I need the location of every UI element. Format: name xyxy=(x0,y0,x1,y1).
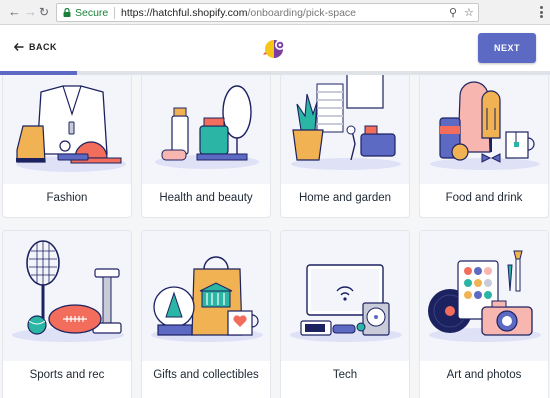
zoom-icon[interactable]: ⚲ xyxy=(449,6,457,19)
category-card-health-beauty[interactable]: Health and beauty xyxy=(141,75,271,218)
tech-illustration-icon xyxy=(290,264,402,342)
sports-illustration-icon xyxy=(12,240,124,342)
category-card-tech[interactable]: Tech xyxy=(280,230,410,398)
lock-icon xyxy=(63,8,71,17)
category-card-art-photos[interactable]: Art and photos xyxy=(419,230,549,398)
address-separator xyxy=(114,7,115,19)
url-text[interactable]: https://hatchful.shopify.com/onboarding/… xyxy=(121,7,356,19)
category-card-fashion[interactable]: Fashion xyxy=(2,75,132,218)
category-grid: Fashion Health and beauty Home and garde… xyxy=(0,75,550,398)
hatchful-logo-icon xyxy=(263,40,285,58)
forward-arrow-icon[interactable]: → xyxy=(24,5,37,19)
category-label: Health and beauty xyxy=(159,192,253,204)
back-button[interactable]: BACK xyxy=(14,42,57,52)
category-card-food-drink[interactable]: Food and drink xyxy=(419,75,549,218)
category-card-gifts[interactable]: Gifts and collectibles xyxy=(141,230,271,398)
fashion-illustration-icon xyxy=(16,85,126,172)
back-arrow-icon[interactable]: ← xyxy=(8,5,21,19)
health-beauty-illustration-icon xyxy=(155,85,259,169)
arrow-left-icon xyxy=(14,43,24,51)
category-card-home-garden[interactable]: Home and garden xyxy=(280,75,410,218)
category-label: Fashion xyxy=(46,192,88,204)
address-bar[interactable]: Secure https://hatchful.shopify.com/onbo… xyxy=(56,3,479,22)
browser-menu-icon[interactable] xyxy=(540,6,543,20)
category-label: Food and drink xyxy=(445,192,523,204)
secure-label: Secure xyxy=(75,7,109,19)
category-label: Home and garden xyxy=(298,192,392,204)
reload-icon[interactable]: ↻ xyxy=(39,5,49,19)
art-photos-illustration-icon xyxy=(428,250,541,342)
category-card-sports[interactable]: Sports and rec xyxy=(2,230,132,398)
url-host: https://hatchful.shopify.com xyxy=(121,7,248,19)
bookmark-star-icon[interactable]: ☆ xyxy=(464,6,474,19)
back-label: BACK xyxy=(29,42,57,52)
category-label: Sports and rec xyxy=(29,369,105,381)
food-drink-illustration-icon xyxy=(430,81,540,170)
app-header: BACK NEXT xyxy=(0,25,550,71)
next-button[interactable]: NEXT xyxy=(478,33,536,63)
category-label: Tech xyxy=(332,369,358,381)
home-garden-illustration-icon xyxy=(291,75,401,170)
gifts-illustration-icon xyxy=(151,256,263,342)
category-label: Gifts and collectibles xyxy=(153,369,259,381)
url-path: /onboarding/pick-space xyxy=(247,7,357,19)
browser-toolbar: ← → ↻ Secure https://hatchful.shopify.co… xyxy=(0,0,550,25)
category-label: Art and photos xyxy=(446,369,522,381)
